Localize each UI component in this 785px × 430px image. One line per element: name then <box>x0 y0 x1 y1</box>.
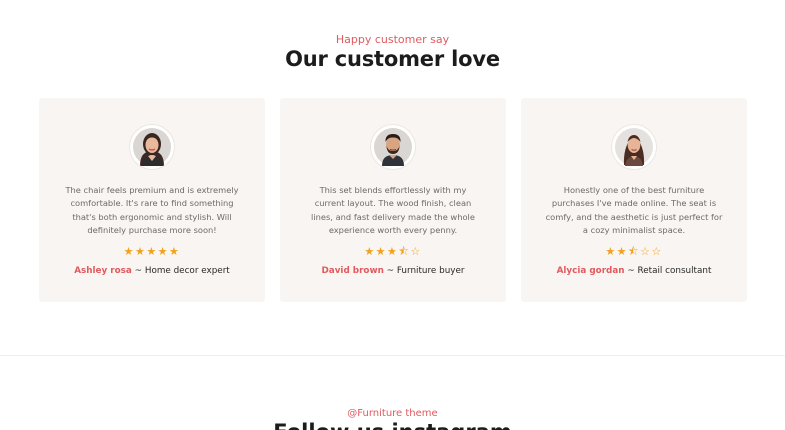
testimonial-quote: The chair feels premium and is extremely… <box>65 185 239 235</box>
rating-stars: ★★★★★ <box>123 245 181 258</box>
author-role: Home decor expert <box>144 266 230 276</box>
author-name: Alycia gordan <box>556 266 625 276</box>
testimonial-author: Ashley rosa ~ Home decor expert <box>39 265 265 277</box>
author-name: Ashley rosa <box>74 266 132 276</box>
testimonial-card: Honestly one of the best furniture purch… <box>521 98 747 302</box>
author-separator: ~ <box>386 266 395 276</box>
instagram-title: Follow us instagram <box>0 420 785 430</box>
customer-avatar <box>130 125 174 169</box>
testimonial-quote: This set blends effortlessly with my cur… <box>311 185 475 235</box>
customer-avatar <box>371 125 415 169</box>
testimonial-cards: The chair feels premium and is extremely… <box>39 98 748 302</box>
testimonial-author: David brown ~ Furniture buyer <box>280 265 506 277</box>
rating-stars: ★★⯪☆☆ <box>605 245 663 258</box>
woman-avatar-icon <box>615 128 653 166</box>
customer-avatar <box>612 125 656 169</box>
rating-stars: ★★★⯪☆ <box>364 245 422 258</box>
section-title: Our customer love <box>285 47 500 71</box>
section-eyebrow: Happy customer say <box>335 33 450 46</box>
instagram-eyebrow: @Furniture theme <box>347 408 438 419</box>
testimonial-quote: Honestly one of the best furniture purch… <box>545 185 723 235</box>
testimonial-author: Alycia gordan ~ Retail consultant <box>521 265 747 277</box>
author-role: Furniture buyer <box>396 266 465 276</box>
author-separator: ~ <box>627 266 635 276</box>
testimonial-card: This set blends effortlessly with my cur… <box>280 98 506 302</box>
section-divider <box>0 355 785 356</box>
woman-avatar-icon <box>133 128 171 166</box>
testimonial-card: The chair feels premium and is extremely… <box>39 98 265 302</box>
man-avatar-icon <box>374 128 412 166</box>
author-separator: ~ <box>134 266 143 276</box>
testimonials-section: Happy customer say Our customer love The… <box>0 0 785 355</box>
author-name: David brown <box>321 266 384 276</box>
author-role: Retail consultant <box>637 266 712 276</box>
